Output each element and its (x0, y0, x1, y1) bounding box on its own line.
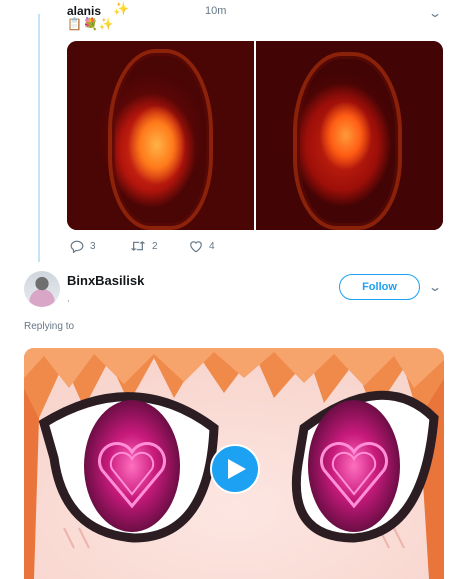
tweet2-handle[interactable]: , (67, 293, 70, 303)
tweet1-timestamp[interactable]: 10m (205, 5, 226, 17)
bouquet-icon: 💐 (82, 17, 98, 31)
notepad-icon: 📋 (67, 17, 82, 31)
reply-button[interactable]: 3 (70, 240, 96, 253)
follow-button[interactable]: Follow (339, 274, 420, 300)
reply-icon (70, 240, 84, 253)
sparkles-icon: ✨ (98, 17, 114, 31)
red-mirror-photo-right[interactable] (256, 41, 443, 230)
thread-connector-line (38, 14, 40, 262)
heart-icon (190, 241, 202, 253)
tweet2-chevron-down-icon[interactable]: ⌄ (428, 280, 442, 294)
like-count: 4 (209, 241, 215, 252)
sparkles-icon: ✨ (113, 1, 130, 16)
tweet1-chevron-down-icon[interactable]: ⌄ (428, 6, 442, 20)
play-button[interactable] (210, 444, 260, 494)
retweet-button[interactable]: 2 (130, 240, 158, 252)
like-button[interactable]: 4 (189, 240, 215, 253)
retweet-icon (130, 241, 146, 251)
retweet-count: 2 (152, 240, 158, 252)
avatar[interactable] (24, 271, 60, 307)
red-mirror-photo-left[interactable] (67, 41, 254, 230)
tweet1-user-bio-emojis: 📋 💐 ✨ (67, 17, 114, 31)
reply-count: 3 (90, 241, 96, 252)
tweet1-media-grid (67, 41, 443, 230)
tweet2-user-name[interactable]: BinxBasilisk (67, 273, 144, 288)
play-icon (228, 459, 246, 479)
replying-to-label: Replying to (24, 321, 75, 332)
tweet1-user-name[interactable]: alanis (67, 4, 101, 18)
